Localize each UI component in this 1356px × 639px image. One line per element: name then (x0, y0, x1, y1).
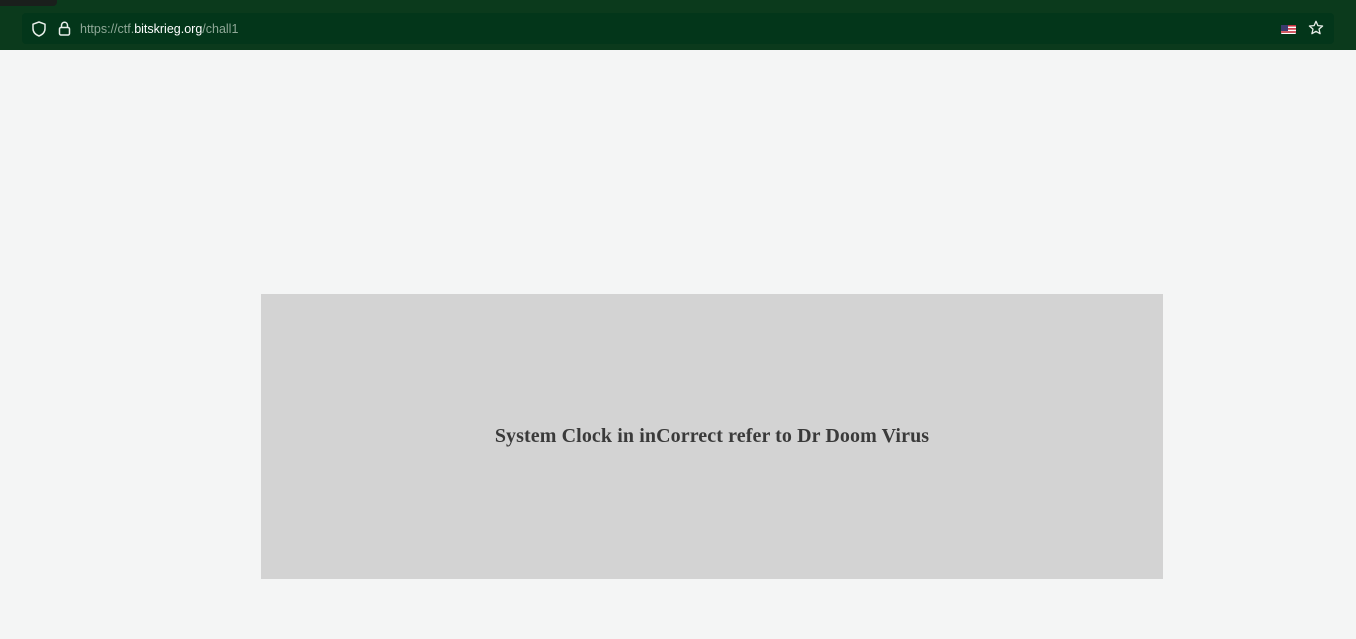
url-host: bitskrieg.org (134, 21, 203, 36)
page-content: System Clock in inCorrect refer to Dr Do… (0, 50, 1356, 639)
url-path: /chall1 (202, 21, 239, 36)
star-icon[interactable] (1306, 18, 1326, 38)
urlbar-right-icons (1281, 18, 1326, 38)
message-box: System Clock in inCorrect refer to Dr Do… (261, 294, 1163, 579)
shield-icon[interactable] (29, 19, 49, 39)
url-text[interactable]: https://ctf.bitskrieg.org/chall1 (80, 22, 238, 36)
tab-strip-fragment[interactable] (0, 0, 57, 6)
url-bar[interactable]: https://ctf.bitskrieg.org/chall1 (22, 13, 1334, 44)
message-heading: System Clock in inCorrect refer to Dr Do… (494, 425, 930, 447)
browser-toolbar: https://ctf.bitskrieg.org/chall1 (0, 0, 1356, 50)
us-flag-icon[interactable] (1281, 23, 1296, 34)
url-prefix: https://ctf. (80, 21, 135, 36)
lock-icon[interactable] (54, 19, 74, 39)
